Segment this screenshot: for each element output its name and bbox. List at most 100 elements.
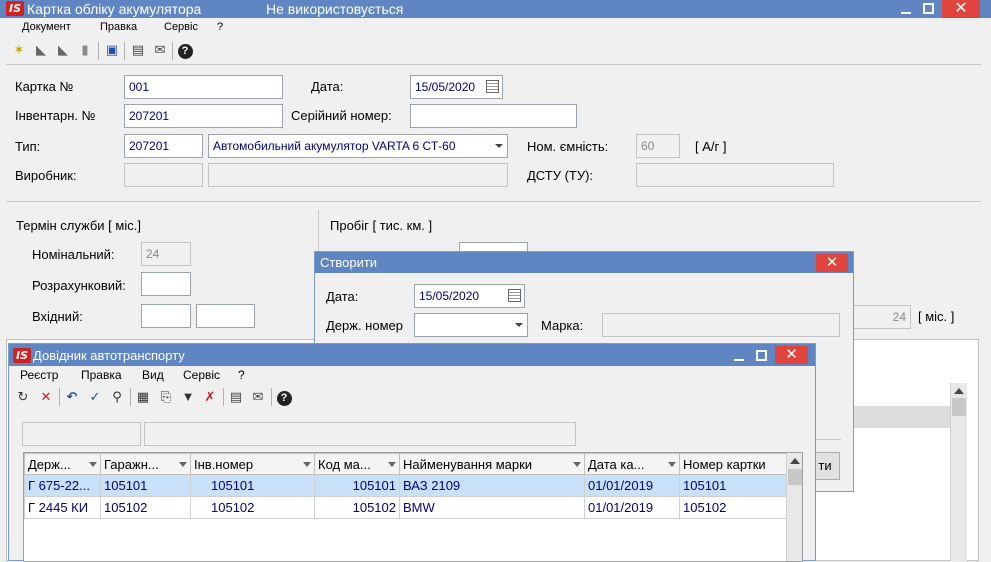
divider <box>6 201 981 202</box>
panel-row-highlight <box>843 406 955 428</box>
date-field[interactable]: 15/05/2020 <box>410 75 503 99</box>
search-icon[interactable]: ⚲ <box>108 388 126 406</box>
main-toolbar: ✶ ◣ ◣ ▮ ▣ ▤ ✉ ? <box>0 39 991 63</box>
cell-brand-code: 105102 <box>314 496 400 519</box>
type-code-field[interactable]: 207201 <box>124 134 203 158</box>
delete-icon[interactable]: ✕ <box>37 388 55 406</box>
filter-field-2 <box>144 422 576 446</box>
directory-close-button[interactable]: ✕ <box>775 346 808 364</box>
export-icon[interactable]: ⎘ <box>157 388 175 406</box>
minimize-icon <box>901 12 911 14</box>
sep <box>223 388 224 406</box>
delete-icon[interactable]: ▮ <box>76 41 94 59</box>
menu-view[interactable]: Вид <box>142 368 164 382</box>
minimize-button[interactable] <box>895 0 917 18</box>
clear-filter-icon[interactable]: ✗ <box>201 388 219 406</box>
incoming-life-field-1[interactable] <box>141 304 191 328</box>
cell-card-no: 105101 <box>679 474 787 497</box>
create-dialog-close-button[interactable]: ✕ <box>816 254 848 272</box>
menu-help[interactable]: ? <box>217 21 223 33</box>
sort-icon <box>303 462 311 467</box>
new-icon[interactable]: ✶ <box>10 41 28 59</box>
create-dialog-titlebar: Створити ✕ <box>315 252 853 273</box>
refresh-icon[interactable]: ↻ <box>14 388 32 406</box>
service-life-label: Термін служби [ міс.] <box>16 218 141 233</box>
col-plate[interactable]: Держ... <box>24 453 101 475</box>
calculated-life-field[interactable] <box>141 272 191 296</box>
plate-label: Держ. номер <box>326 318 403 333</box>
menu-registry[interactable]: Реєстр <box>20 368 58 382</box>
panel-scrollbar[interactable] <box>950 383 967 561</box>
type-select[interactable]: Автомобильний акумулятор VARTA 6 СТ-60 <box>208 134 508 158</box>
sort-icon <box>668 462 676 467</box>
sep <box>271 388 272 406</box>
scroll-thumb[interactable] <box>952 398 966 416</box>
sep <box>59 388 60 406</box>
calendar-icon[interactable] <box>486 80 499 93</box>
vehicle-grid: Держ... Гаражн... Інв.номер Код ма... На… <box>23 452 803 562</box>
col-garage[interactable]: Гаражн... <box>100 453 191 475</box>
copy-icon[interactable]: ◣ <box>54 41 72 59</box>
menu-edit[interactable]: Правка <box>81 368 122 382</box>
manufacturer-name-field <box>208 163 508 187</box>
directory-window: IS Довідник автотранспорту ✕ Реєстр Прав… <box>8 343 816 562</box>
serial-no-label: Серійний номер: <box>291 108 392 123</box>
open-icon[interactable]: ◣ <box>32 41 50 59</box>
undo-icon[interactable]: ↶ <box>63 388 81 406</box>
menu-service[interactable]: Сервіс <box>164 21 198 33</box>
preview-icon[interactable]: ▤ <box>227 388 245 406</box>
type-label: Тип: <box>15 139 41 154</box>
preview-icon[interactable]: ▤ <box>129 41 147 59</box>
minimize-icon <box>734 359 744 361</box>
cell-garage: 105102 <box>100 496 191 519</box>
directory-maximize-button[interactable] <box>750 346 772 364</box>
calendar-icon[interactable] <box>508 289 521 302</box>
menu-document[interactable]: Документ <box>22 21 71 33</box>
help-icon[interactable]: ? <box>176 41 194 59</box>
directory-titlebar: IS Довідник автотранспорту ✕ <box>9 344 815 366</box>
cell-brand-code: 105101 <box>314 474 400 497</box>
scroll-up-icon <box>954 388 964 394</box>
save-icon[interactable]: ▣ <box>103 41 121 59</box>
create-date-value: 15/05/2020 <box>419 289 480 303</box>
grid-icon[interactable]: ▦ <box>134 388 152 406</box>
inventory-no-field[interactable]: 207201 <box>124 104 283 128</box>
mileage-label: Пробіг [ тис. км. ] <box>330 218 433 233</box>
nominal-capacity-field: 60 <box>636 134 680 158</box>
col-inventory[interactable]: Інв.номер <box>190 453 315 475</box>
directory-minimize-button[interactable] <box>728 346 750 364</box>
maximize-button[interactable] <box>917 0 939 18</box>
table-row[interactable]: Г 2445 КИ 105102 105102 105102 BMW 01/01… <box>24 496 787 519</box>
create-date-field[interactable]: 15/05/2020 <box>414 284 525 308</box>
create-ok-button-label: ти <box>818 458 832 473</box>
menu-help[interactable]: ? <box>238 368 245 382</box>
mail-icon[interactable]: ✉ <box>151 41 169 59</box>
serial-no-field[interactable] <box>410 104 577 128</box>
card-no-label: Картка № <box>15 79 74 94</box>
scroll-thumb[interactable] <box>788 469 802 485</box>
col-brand-name[interactable]: Найменування марки <box>399 453 585 475</box>
col-card-no[interactable]: Номер картки <box>679 453 787 475</box>
plate-select[interactable] <box>414 313 528 337</box>
incoming-life-field-2[interactable] <box>196 304 255 328</box>
manufacturer-label: Виробник: <box>15 168 77 183</box>
filter-icon[interactable]: ▼ <box>179 388 197 406</box>
mail-icon[interactable]: ✉ <box>249 388 267 406</box>
directory-title: Довідник автотранспорту <box>33 348 185 363</box>
table-row[interactable]: Г 675-22... 105101 105101 105101 ВАЗ 210… <box>24 474 787 497</box>
scroll-up-icon <box>790 458 800 464</box>
cell-card-no: 105102 <box>679 496 787 519</box>
sep <box>130 388 131 406</box>
menu-edit[interactable]: Правка <box>100 21 137 33</box>
menu-service[interactable]: Сервіс <box>183 368 220 382</box>
date-value: 15/05/2020 <box>415 80 476 94</box>
col-card-date[interactable]: Дата ка... <box>584 453 680 475</box>
help-icon[interactable]: ? <box>275 388 293 406</box>
col-brand-code[interactable]: Код ма... <box>314 453 400 475</box>
grid-scrollbar[interactable] <box>786 453 802 561</box>
card-no-field[interactable]: 001 <box>124 75 283 99</box>
close-button[interactable]: ✕ <box>942 0 980 18</box>
right-months-field: 24 <box>852 305 911 329</box>
check-icon[interactable]: ✓ <box>86 388 104 406</box>
app-logo-icon: IS <box>6 1 24 16</box>
